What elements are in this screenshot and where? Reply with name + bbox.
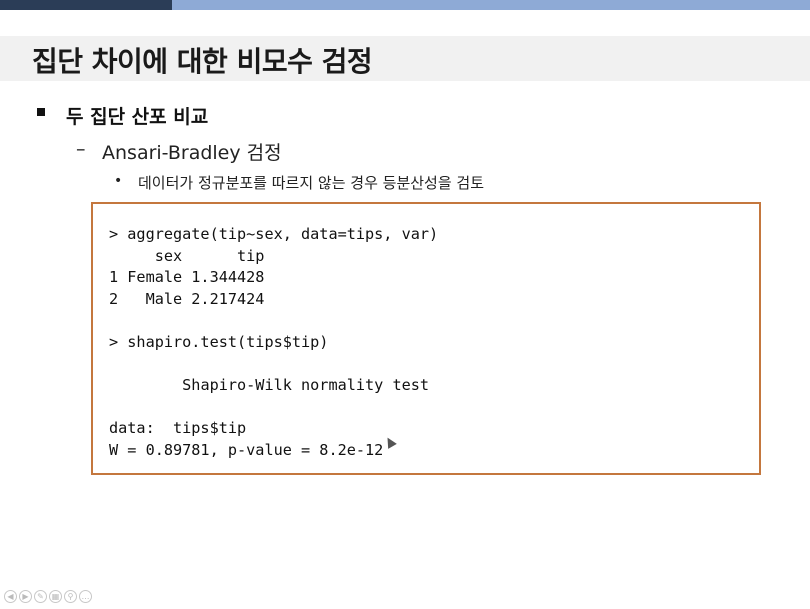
- slide-title: 집단 차이에 대한 비모수 검정: [32, 45, 373, 78]
- bullet-level2: Ansari-Bradley 검정: [102, 142, 282, 164]
- dot-icon: •: [114, 173, 123, 189]
- bullet-level3: 데이터가 정규분포를 따르지 않는 경우 등분산성을 검토: [138, 174, 485, 192]
- more-icon[interactable]: …: [79, 590, 92, 603]
- prev-icon[interactable]: ◀: [4, 590, 17, 603]
- pen-icon[interactable]: ✎: [34, 590, 47, 603]
- code-box: > aggregate(tip~sex, data=tips, var) sex…: [91, 202, 761, 475]
- header-accent-dark: [0, 0, 172, 10]
- slideshow-nav: ◀ ▶ ✎ ▦ ⚲ …: [4, 590, 92, 603]
- bullet-square-icon: [37, 108, 45, 116]
- dash-icon: –: [76, 138, 86, 160]
- header-accent-light: [172, 0, 810, 10]
- slides-icon[interactable]: ▦: [49, 590, 62, 603]
- bullet-level1: 두 집단 산포 비교: [66, 106, 209, 128]
- zoom-icon[interactable]: ⚲: [64, 590, 77, 603]
- next-icon[interactable]: ▶: [19, 590, 32, 603]
- r-console-output: > aggregate(tip~sex, data=tips, var) sex…: [109, 225, 439, 459]
